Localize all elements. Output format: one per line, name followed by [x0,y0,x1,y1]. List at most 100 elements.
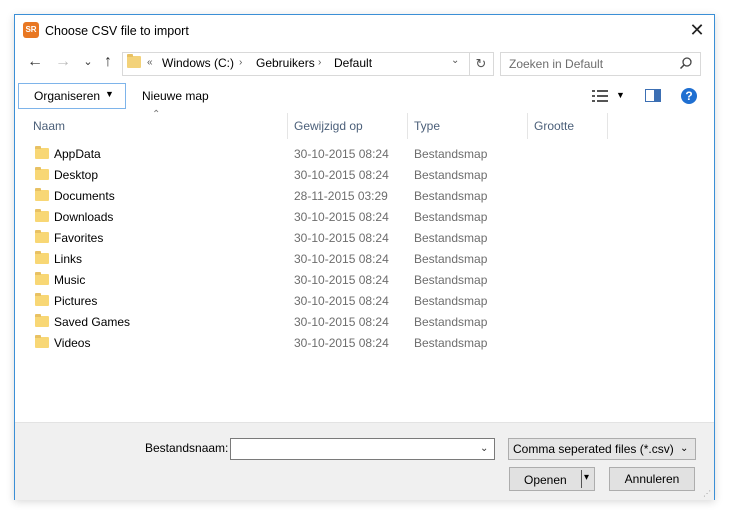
search-input[interactable]: Zoeken in Default [509,57,603,71]
open-options-icon[interactable]: ▾ [584,472,589,483]
new-folder-button[interactable]: Nieuwe map [142,89,209,103]
list-item[interactable]: Saved Games 30-10-2015 08:24 Bestandsmap [29,312,609,333]
file-name: Documents [54,189,115,203]
file-type: Bestandsmap [414,294,488,308]
resize-grip-icon[interactable]: ⋰ [703,489,711,498]
list-item[interactable]: Links 30-10-2015 08:24 Bestandsmap [29,249,609,270]
file-modified: 30-10-2015 08:24 [294,231,389,245]
organize-label: Organiseren [34,89,101,103]
dialog-footer: Bestandsnaam: ⌄ Comma seperated files (*… [15,422,714,500]
column-header-name-label: Naam [33,119,66,133]
list-item[interactable]: Favorites 30-10-2015 08:24 Bestandsmap [29,228,609,249]
breadcrumb-drive[interactable]: Windows (C:) [162,56,234,70]
folder-icon [35,272,49,285]
filetype-dropdown-icon: ⌄ [680,443,689,454]
list-item[interactable]: Pictures 30-10-2015 08:24 Bestandsmap [29,291,609,312]
chevron-down-icon: ▼ [105,89,114,99]
file-name: Downloads [54,210,114,224]
breadcrumb-separator-icon[interactable]: › [318,57,321,68]
column-header-type-label: Type [414,119,441,133]
breadcrumb-default[interactable]: Default [334,56,372,70]
folder-icon [35,314,49,327]
column-header-name[interactable]: Naam [29,113,287,139]
file-modified: 30-10-2015 08:24 [294,168,389,182]
folder-icon [35,167,49,180]
organize-button[interactable]: Organiseren ▼ [18,83,126,109]
filename-dropdown-icon[interactable]: ⌄ [480,443,488,454]
dialog-title: Choose CSV file to import [45,24,189,38]
forward-button[interactable]: → [52,51,74,73]
folder-icon [35,251,49,264]
address-bar[interactable]: « Windows (C:) › Gebruikers › Default ⌄ … [122,52,494,76]
open-button-label: Openen [524,473,567,487]
breadcrumb-separator-icon[interactable]: › [239,57,242,68]
file-open-dialog: SR Choose CSV file to import ✕ ← → ⌄ ↑ «… [14,14,715,500]
file-type: Bestandsmap [414,231,488,245]
folder-icon [35,335,49,348]
preview-pane-icon[interactable] [645,89,661,102]
file-name: Videos [54,336,91,350]
filename-input[interactable]: ⌄ [230,438,495,460]
address-dropdown-icon[interactable]: ⌄ [451,55,459,66]
list-item[interactable]: Videos 30-10-2015 08:24 Bestandsmap [29,333,609,354]
list-item[interactable]: AppData 30-10-2015 08:24 Bestandsmap [29,144,609,165]
folder-icon [127,54,141,68]
breadcrumb-users[interactable]: Gebruikers [256,56,315,70]
file-type: Bestandsmap [414,189,488,203]
column-header-type[interactable]: Type [408,113,527,139]
view-options-icon[interactable] [592,90,608,102]
file-type: Bestandsmap [414,273,488,287]
file-type: Bestandsmap [414,210,488,224]
list-item[interactable]: Documents 28-11-2015 03:29 Bestandsmap [29,186,609,207]
file-name: Links [54,252,83,266]
cancel-button[interactable]: Annuleren [609,467,695,491]
file-modified: 30-10-2015 08:24 [294,294,389,308]
file-name: Desktop [54,168,99,182]
back-button[interactable]: ← [24,51,46,73]
app-icon: SR [23,22,39,38]
file-type: Bestandsmap [414,147,488,161]
file-modified: 30-10-2015 08:24 [294,273,389,287]
filetype-select[interactable]: Comma seperated files (*.csv) ⌄ [508,438,696,460]
folder-icon [35,293,49,306]
column-header-size-label: Grootte [534,119,575,133]
file-name: Music [54,273,86,287]
list-item[interactable]: Desktop 30-10-2015 08:24 Bestandsmap [29,165,609,186]
file-name: Saved Games [54,315,131,329]
help-icon[interactable]: ? [681,88,697,104]
file-name: AppData [54,147,101,161]
file-modified: 30-10-2015 08:24 [294,336,389,350]
folder-icon [35,230,49,243]
file-modified: 30-10-2015 08:24 [294,210,389,224]
open-button[interactable]: Openen ▾ [509,467,595,491]
file-type: Bestandsmap [414,252,488,266]
file-modified: 30-10-2015 08:24 [294,315,389,329]
view-dropdown-icon[interactable]: ▼ [616,90,625,100]
folder-icon [35,188,49,201]
folder-icon [35,209,49,222]
up-button[interactable]: ↑ [97,51,119,73]
column-header-modified-label: Gewijzigd op [294,119,363,133]
split-divider [581,470,582,488]
file-modified: 28-11-2015 03:29 [294,189,388,203]
file-name: Pictures [54,294,98,308]
search-icon [679,57,692,70]
filetype-value: Comma seperated files (*.csv) [513,442,674,456]
column-divider[interactable] [607,113,608,139]
recent-locations-chevron-icon[interactable]: ⌄ [77,51,99,73]
column-header-modified[interactable]: Gewijzigd op [288,113,407,139]
filename-label: Bestandsnaam: [145,441,229,455]
breadcrumb-overflow-icon[interactable]: « [147,57,153,68]
search-box[interactable]: Zoeken in Default [500,52,701,76]
close-button[interactable]: ✕ [687,20,707,40]
file-modified: 30-10-2015 08:24 [294,147,389,161]
list-item[interactable]: Music 30-10-2015 08:24 Bestandsmap [29,270,609,291]
file-type: Bestandsmap [414,315,488,329]
file-type: Bestandsmap [414,336,488,350]
list-item[interactable]: Downloads 30-10-2015 08:24 Bestandsmap [29,207,609,228]
folder-icon [35,146,49,159]
column-header-size[interactable]: Grootte [528,113,607,139]
file-name: Favorites [54,231,104,245]
refresh-icon[interactable]: ↻ [469,53,492,75]
file-modified: 30-10-2015 08:24 [294,252,389,266]
